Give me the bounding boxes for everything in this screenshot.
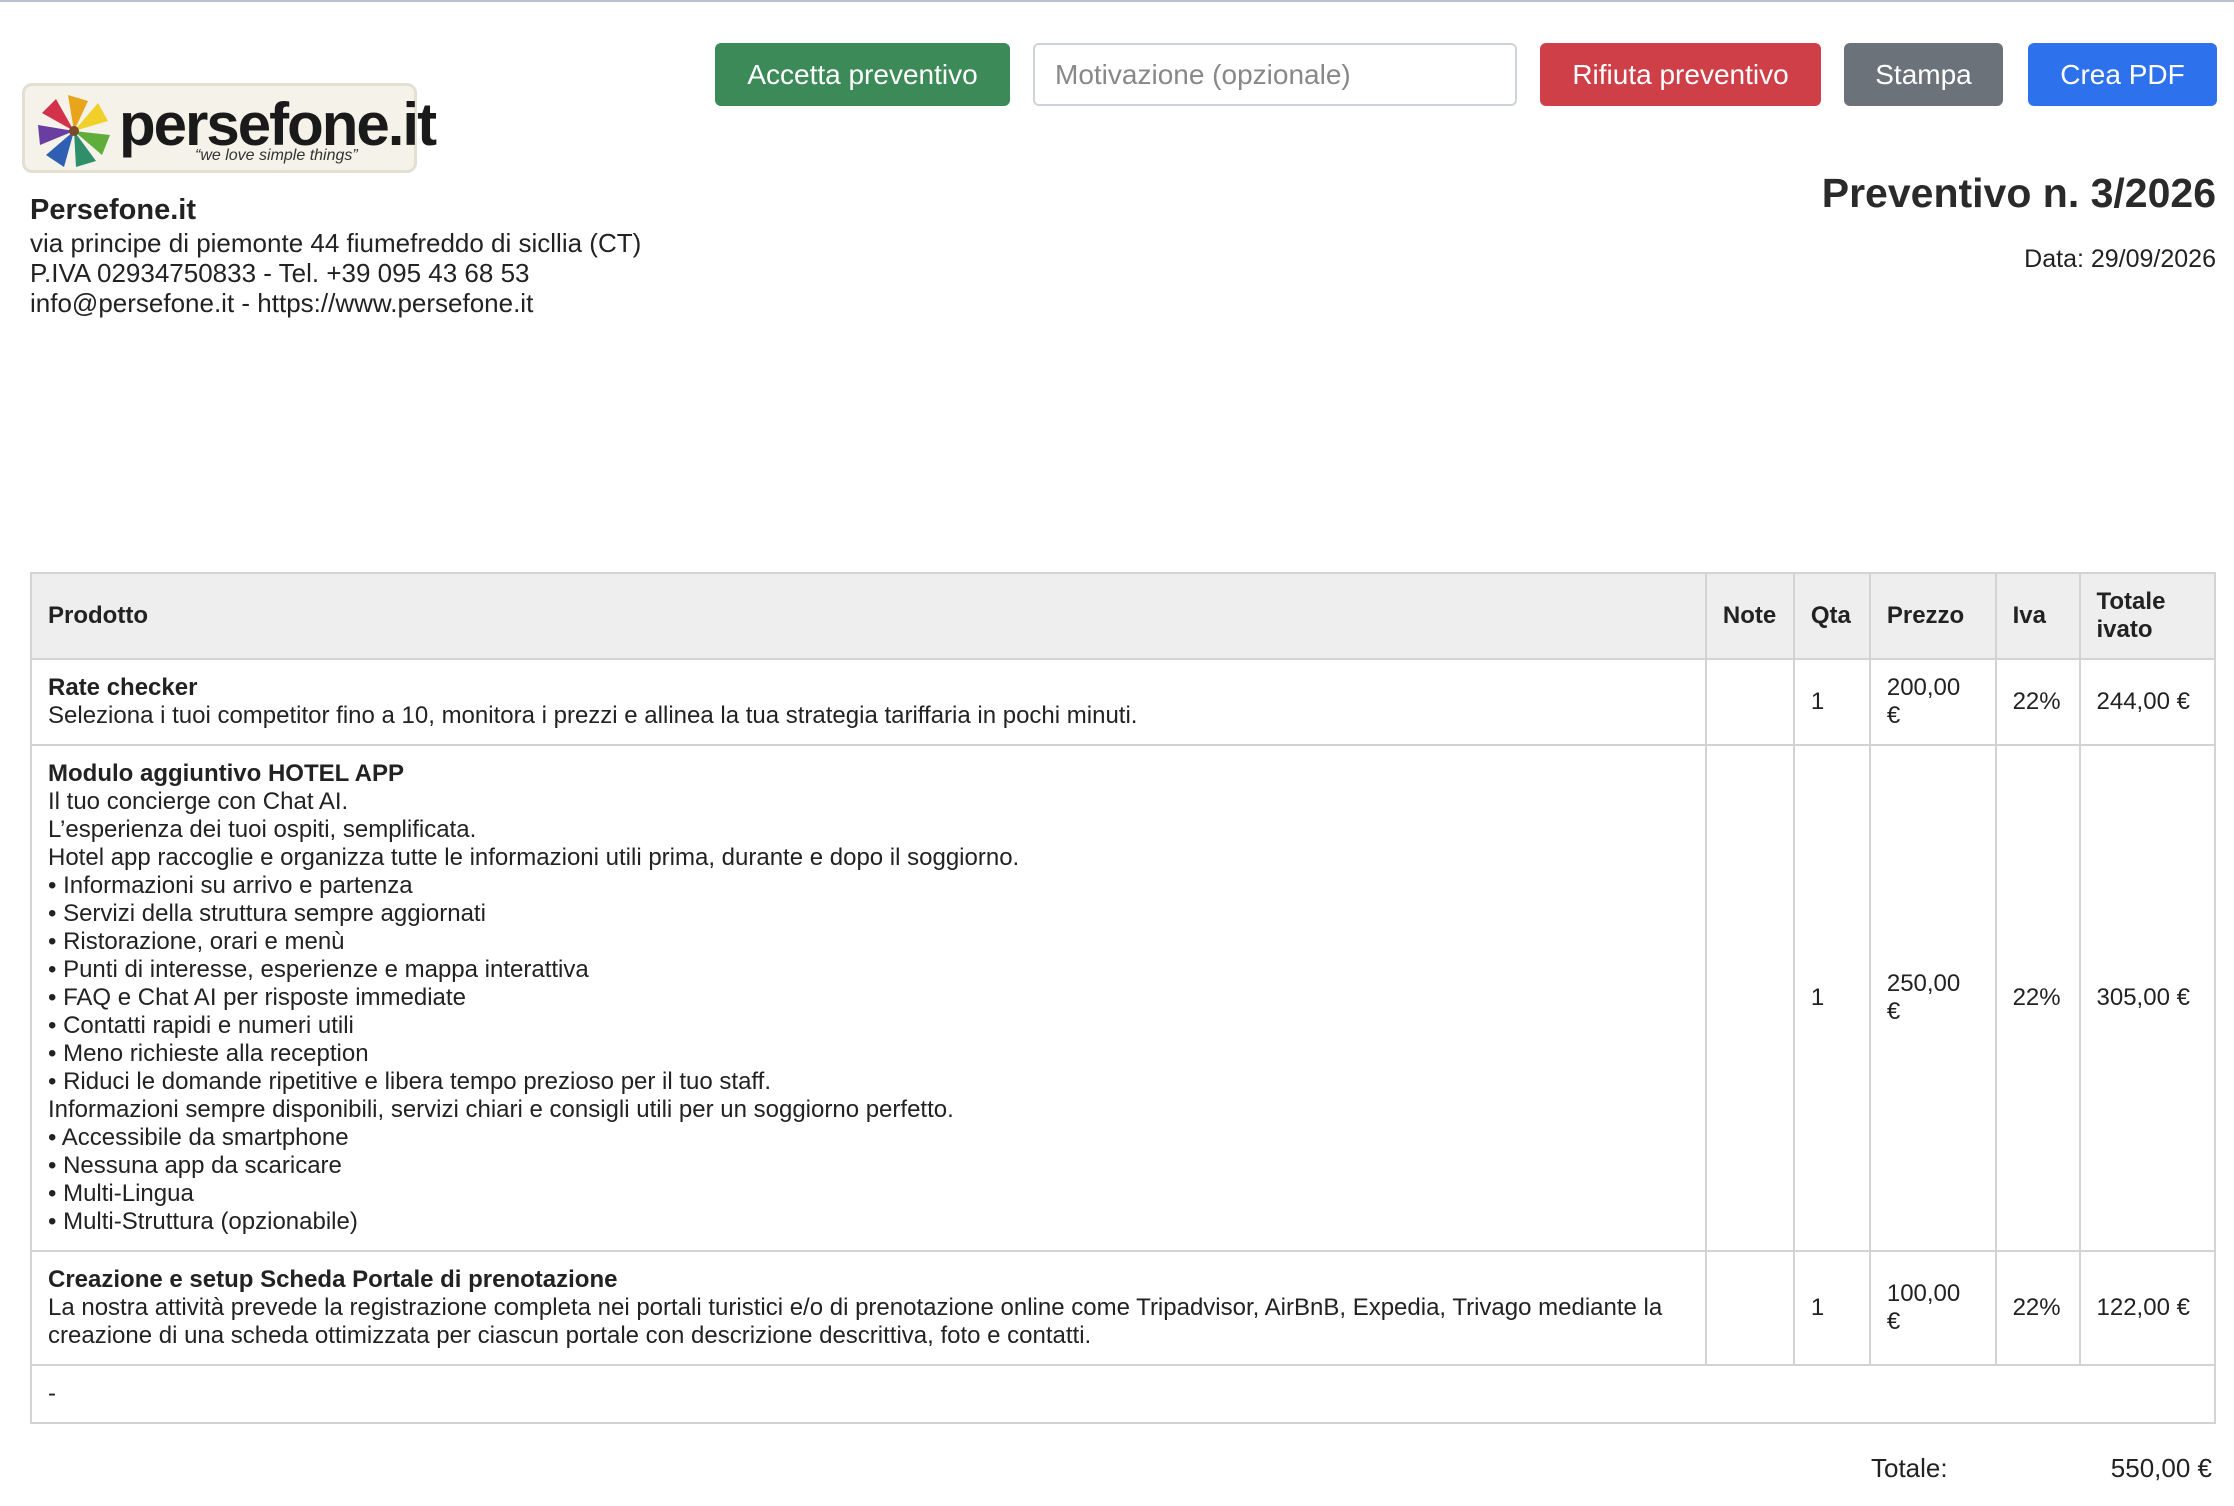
table-row: Rate checker Seleziona i tuoi competitor… xyxy=(30,658,2217,746)
quote-items-table: Prodotto Note Qta Prezzo Iva Totale ivat… xyxy=(30,572,2217,1424)
logo-tagline: “we love simple things” xyxy=(195,147,358,164)
price-cell: 100,00 € xyxy=(1868,1250,1997,1366)
note-cell xyxy=(1704,658,1795,746)
table-header-row: Prodotto Note Qta Prezzo Iva Totale ivat… xyxy=(30,572,2217,660)
vat-cell: 22% xyxy=(1994,1250,2081,1366)
column-header-product: Prodotto xyxy=(30,572,1707,660)
grand-total-label: Totale: xyxy=(1871,1453,1948,1483)
total-cell: 244,00 € xyxy=(2078,658,2217,746)
pinwheel-logo-icon xyxy=(38,95,110,167)
table-row: Creazione e setup Scheda Portale di pren… xyxy=(30,1250,2217,1366)
reject-quote-button[interactable]: Rifiuta preventivo xyxy=(1540,43,1821,106)
price-cell: 200,00 € xyxy=(1868,658,1997,746)
qty-cell: 1 xyxy=(1792,658,1871,746)
product-cell: Creazione e setup Scheda Portale di pren… xyxy=(30,1250,1707,1366)
total-cell: 122,00 € xyxy=(2078,1250,2217,1366)
product-cell: Rate checker Seleziona i tuoi competitor… xyxy=(30,658,1707,746)
column-header-note: Note xyxy=(1704,572,1795,660)
quote-title: Preventivo n. 3/2026 xyxy=(1821,170,2216,216)
table-row: Modulo aggiuntivo HOTEL APP Il tuo conci… xyxy=(30,744,2217,1252)
product-name: Creazione e setup Scheda Portale di pren… xyxy=(48,1266,618,1293)
company-contacts: info@persefone.it - https://www.persefon… xyxy=(30,288,534,318)
vat-cell: 22% xyxy=(1994,744,2081,1252)
qty-cell: 1 xyxy=(1792,744,1871,1252)
company-name: Persefone.it xyxy=(30,194,196,226)
column-header-total: Totale ivato xyxy=(2078,572,2217,660)
accept-quote-button[interactable]: Accetta preventivo xyxy=(715,43,1010,106)
table-footer-row: - xyxy=(30,1364,2216,1424)
product-description: La nostra attività prevede la registrazi… xyxy=(48,1294,1663,1349)
column-header-vat: Iva xyxy=(1994,572,2081,660)
company-address: via principe di piemonte 44 fiumefreddo … xyxy=(30,228,642,258)
column-header-price: Prezzo xyxy=(1868,572,1997,660)
note-cell xyxy=(1704,1250,1795,1366)
product-name: Modulo aggiuntivo HOTEL APP xyxy=(48,760,404,787)
product-name: Rate checker xyxy=(48,674,198,701)
total-cell: 305,00 € xyxy=(2078,744,2217,1252)
company-logo: persefone.it “we love simple things” xyxy=(22,83,437,173)
product-cell: Modulo aggiuntivo HOTEL APP Il tuo conci… xyxy=(30,744,1707,1252)
quote-page: Accetta preventivo Rifiuta preventivo St… xyxy=(0,0,2234,1506)
top-divider xyxy=(0,0,2234,2)
note-cell xyxy=(1704,744,1795,1252)
create-pdf-button[interactable]: Crea PDF xyxy=(2028,43,2217,106)
qty-cell: 1 xyxy=(1792,1250,1871,1366)
footer-note: - xyxy=(30,1364,2216,1424)
product-description: Seleziona i tuoi competitor fino a 10, m… xyxy=(48,702,1138,729)
company-vat-phone: P.IVA 02934750833 - Tel. +39 095 43 68 5… xyxy=(30,258,530,288)
quote-date: Data: 29/09/2026 xyxy=(2024,245,2216,273)
reason-input[interactable] xyxy=(1033,43,1517,106)
print-button[interactable]: Stampa xyxy=(1844,43,2003,106)
grand-total-value: 550,00 € xyxy=(2110,1453,2212,1483)
company-info: Persefone.it via principe di piemonte 44… xyxy=(30,192,641,318)
product-description: Il tuo concierge con Chat AI. L’esperien… xyxy=(48,788,1020,1235)
price-cell: 250,00 € xyxy=(1868,744,1997,1252)
column-header-qty: Qta xyxy=(1792,572,1871,660)
vat-cell: 22% xyxy=(1994,658,2081,746)
